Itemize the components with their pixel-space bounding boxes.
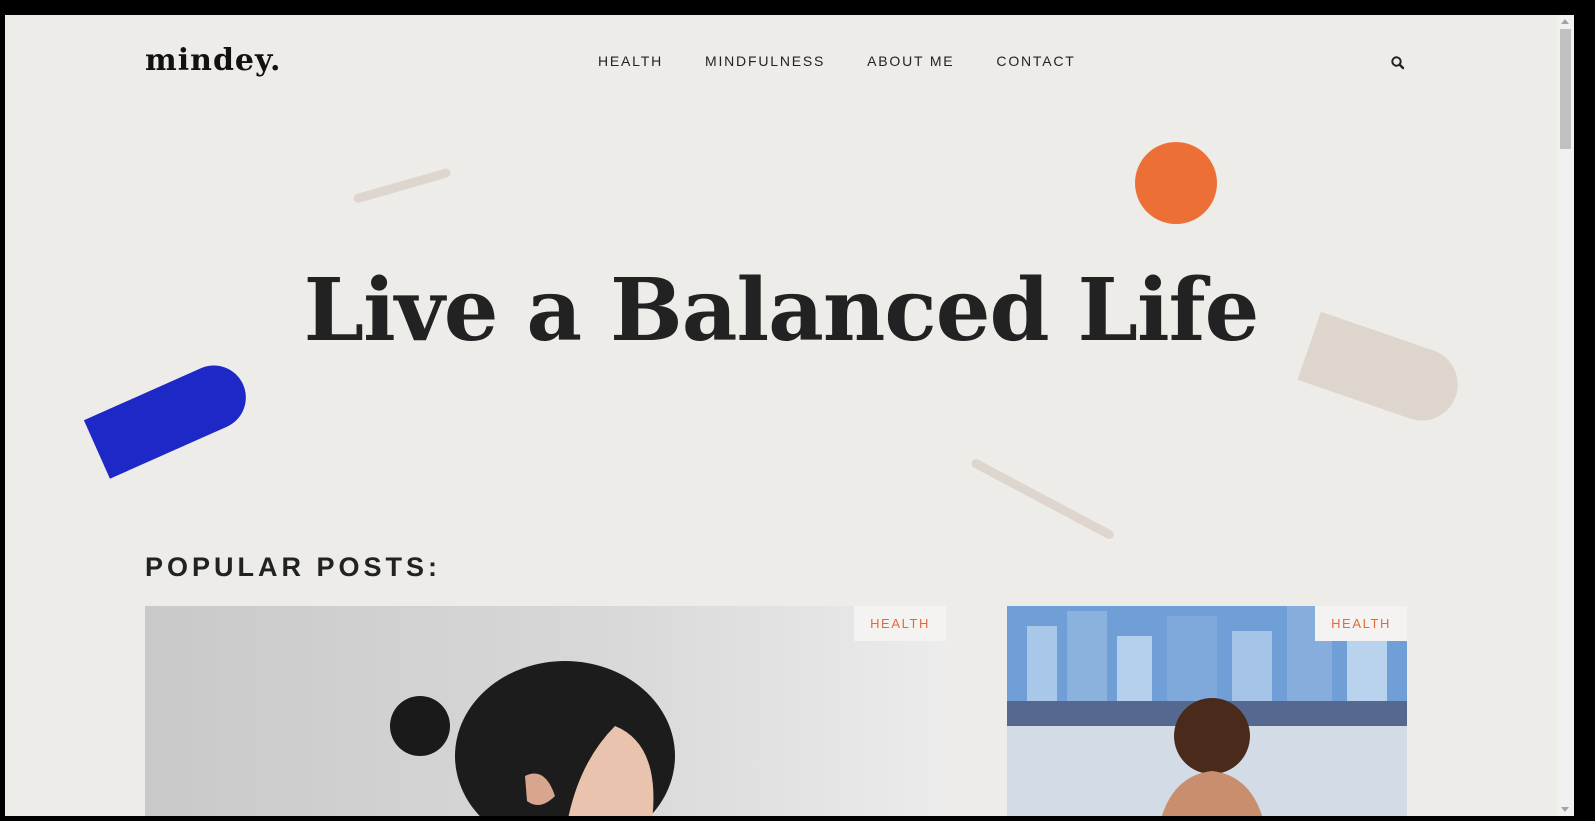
scrollbar-thumb[interactable] [1560, 29, 1571, 149]
post-category-tag[interactable]: HEALTH [854, 606, 946, 641]
post-card[interactable]: HEALTH [145, 606, 946, 816]
main-nav: HEALTH MINDFULNESS ABOUT ME CONTACT [598, 53, 1076, 69]
scroll-down-icon[interactable] [1561, 807, 1569, 812]
vertical-scrollbar[interactable] [1557, 15, 1574, 816]
decorative-line-shape [352, 167, 452, 204]
page-viewport: mindey. HEALTH MINDFULNESS ABOUT ME CONT… [5, 15, 1574, 816]
decorative-blue-pill [83, 355, 257, 479]
post-card[interactable]: HEALTH [1007, 606, 1407, 816]
search-icon [1391, 56, 1405, 70]
hero-title: Live a Balanced Life [303, 260, 1260, 361]
decorative-line-shape [969, 457, 1116, 541]
nav-item-contact[interactable]: CONTACT [996, 53, 1075, 69]
scroll-up-icon[interactable] [1561, 19, 1569, 24]
nav-item-health[interactable]: HEALTH [598, 53, 663, 69]
post-category-tag[interactable]: HEALTH [1315, 606, 1407, 641]
nav-item-mindfulness[interactable]: MINDFULNESS [705, 53, 825, 69]
decorative-orange-circle [1135, 142, 1217, 224]
popular-posts-heading: POPULAR POSTS: [145, 552, 442, 582]
post-image-woman-meditating [390, 661, 675, 816]
nav-item-about-me[interactable]: ABOUT ME [867, 53, 954, 69]
site-logo[interactable]: mindey. [145, 43, 281, 78]
search-button[interactable] [1390, 55, 1406, 71]
